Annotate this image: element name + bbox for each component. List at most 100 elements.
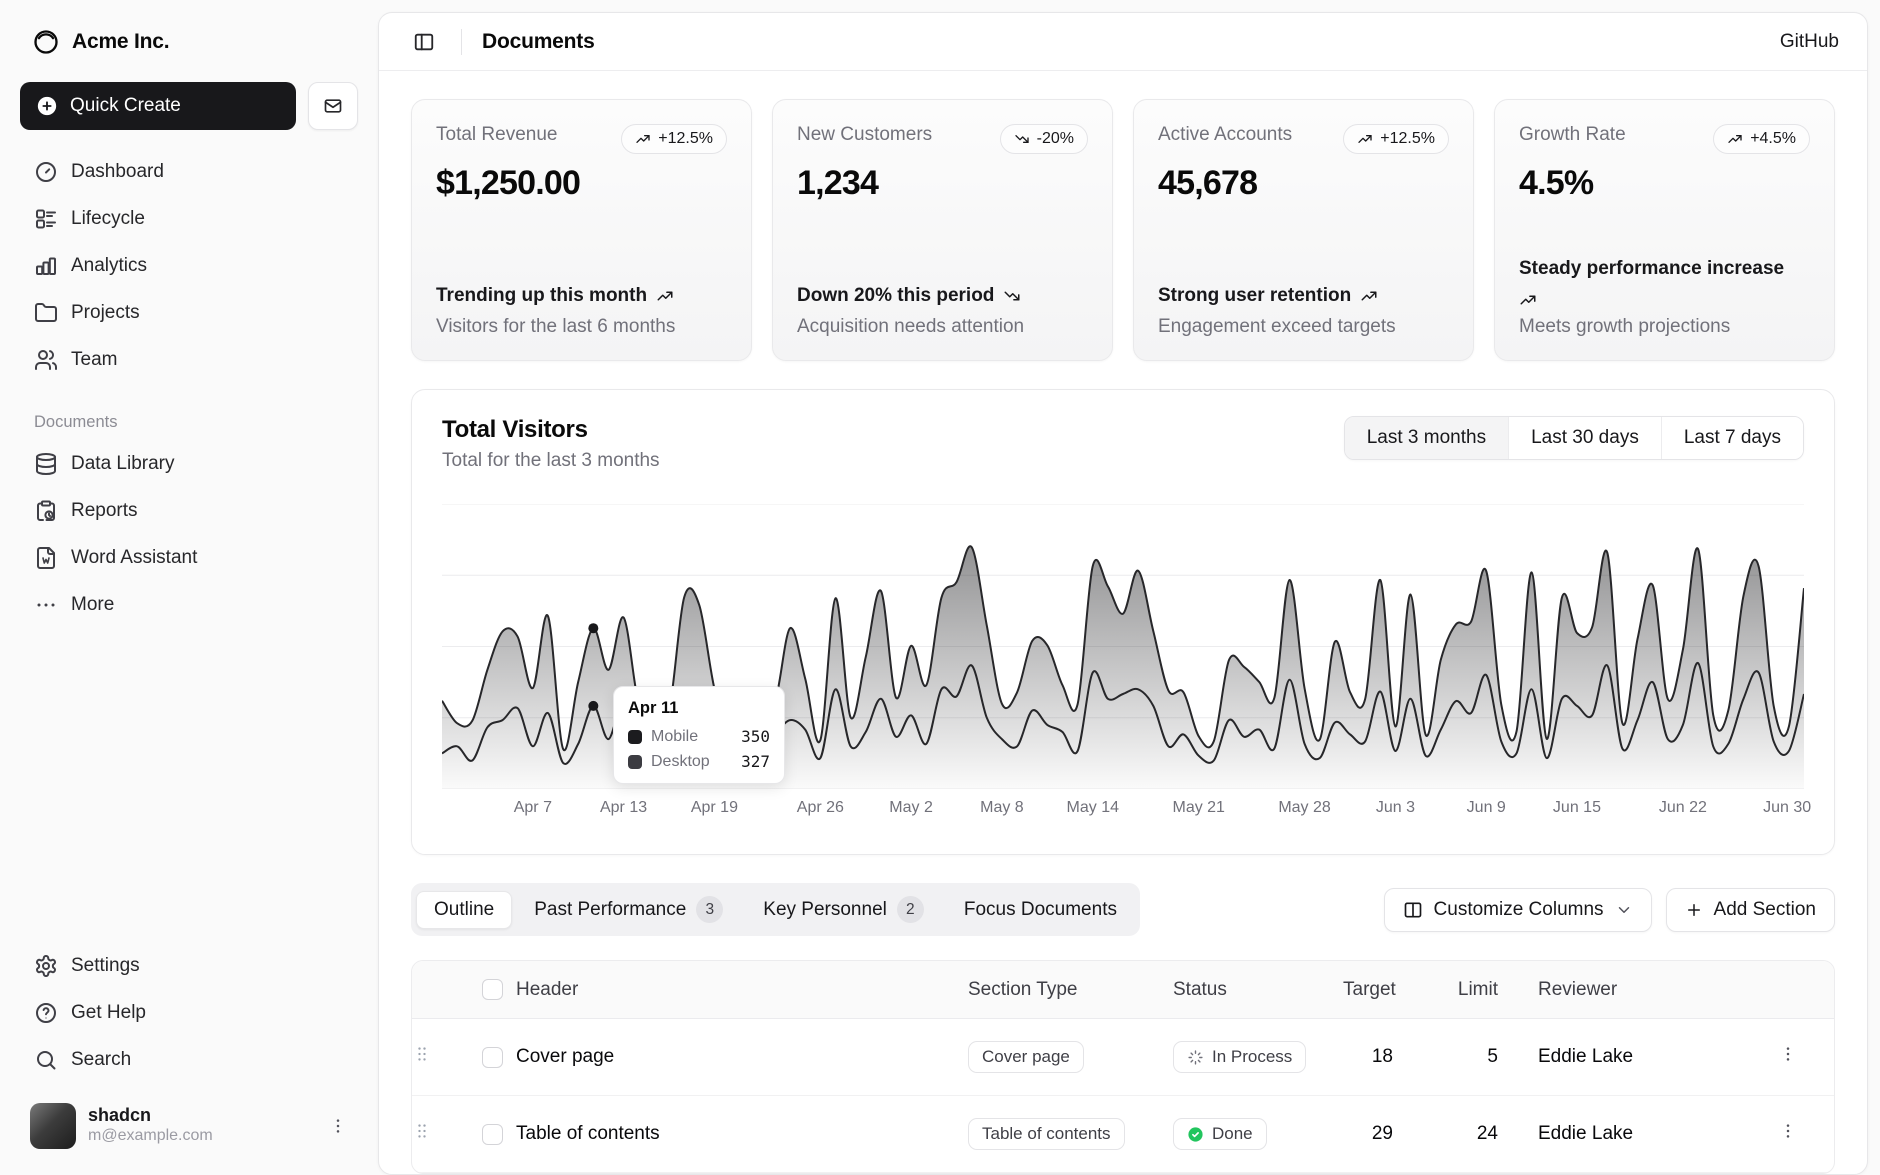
- stat-trend-badge: +12.5%: [621, 124, 727, 154]
- users-icon: [34, 348, 58, 372]
- x-axis-tick: Jun 15: [1553, 799, 1601, 817]
- sidebar-toggle-button[interactable]: [407, 25, 441, 59]
- x-axis-tick: Jun 22: [1659, 799, 1707, 817]
- drag-handle-icon[interactable]: [412, 1044, 432, 1064]
- reviewer-cell[interactable]: Eddie Lake: [1538, 1123, 1778, 1145]
- range-last-3-months[interactable]: Last 3 months: [1345, 417, 1508, 459]
- tab-outline[interactable]: Outline: [416, 891, 512, 929]
- brand-name: Acme Inc.: [72, 30, 169, 54]
- limit-cell[interactable]: 24: [1433, 1123, 1538, 1145]
- sidebar-item-word-assistant[interactable]: Word Assistant: [20, 534, 358, 581]
- sidebar-item-lifecycle[interactable]: Lifecycle: [20, 195, 358, 242]
- inbox-button[interactable]: [308, 82, 358, 130]
- drag-handle-icon[interactable]: [412, 1121, 432, 1141]
- sidebar-item-search[interactable]: Search: [20, 1036, 358, 1083]
- target-cell[interactable]: 18: [1343, 1046, 1433, 1068]
- add-section-button[interactable]: Add Section: [1666, 888, 1835, 932]
- reviewer-cell[interactable]: Eddie Lake: [1538, 1046, 1778, 1068]
- table-tabs: OutlinePast Performance3Key Personnel2Fo…: [411, 883, 1140, 936]
- table-row[interactable]: Cover page Cover page In Process 18 5 Ed…: [412, 1019, 1834, 1096]
- acme-logo-icon: [32, 28, 60, 56]
- select-all-checkbox[interactable]: [482, 979, 503, 1000]
- sidebar-item-label: Dashboard: [71, 161, 164, 183]
- series-swatch: [628, 730, 642, 744]
- header-separator: [461, 29, 462, 55]
- sidebar-item-team[interactable]: Team: [20, 336, 358, 383]
- stat-card-growth-rate: Growth Rate +4.5% 4.5% Steady performanc…: [1494, 99, 1835, 361]
- user-email: m@example.com: [88, 1126, 213, 1147]
- section-type-badge: Cover page: [968, 1041, 1084, 1073]
- main-panel: Documents GitHub Total Revenue +12.5% $1…: [378, 12, 1868, 1175]
- report-icon: [34, 499, 58, 523]
- sidebar-item-settings[interactable]: Settings: [20, 942, 358, 989]
- sidebar-group-label: Documents: [20, 413, 358, 440]
- stat-card-total-revenue: Total Revenue +12.5% $1,250.00 Trending …: [411, 99, 752, 361]
- tooltip-series-label: Desktop: [651, 753, 710, 771]
- x-axis-tick: May 14: [1067, 799, 1119, 817]
- sidebar-documents-nav: Data Library Reports Word Assistant More: [20, 440, 358, 628]
- workspace-switcher[interactable]: Acme Inc.: [20, 16, 358, 68]
- sidebar-item-get-help[interactable]: Get Help: [20, 989, 358, 1036]
- stat-card-footer-primary: Strong user retention: [1158, 283, 1449, 309]
- stat-card-footer-secondary: Meets growth projections: [1519, 316, 1810, 338]
- series-swatch: [628, 755, 642, 769]
- trend-up-icon: [1727, 131, 1743, 147]
- database-icon: [34, 452, 58, 476]
- target-cell[interactable]: 29: [1343, 1123, 1433, 1145]
- trend-up-icon: [656, 287, 674, 305]
- row-checkbox[interactable]: [482, 1124, 503, 1145]
- sidebar-item-projects[interactable]: Projects: [20, 289, 358, 336]
- trend-up-icon: [1357, 131, 1373, 147]
- sidebar: Acme Inc. Quick Create Dashboard Lifecyc…: [0, 0, 378, 1175]
- tooltip-row: Desktop 327: [628, 752, 770, 771]
- stat-card-new-customers: New Customers -20% 1,234 Down 20% this p…: [772, 99, 1113, 361]
- user-menu-kebab-icon: [328, 1116, 348, 1136]
- x-axis-tick: May 8: [980, 799, 1024, 817]
- sidebar-item-analytics[interactable]: Analytics: [20, 242, 358, 289]
- stat-card-active-accounts: Active Accounts +12.5% 45,678 Strong use…: [1133, 99, 1474, 361]
- row-checkbox[interactable]: [482, 1047, 503, 1068]
- sidebar-item-data-library[interactable]: Data Library: [20, 440, 358, 487]
- time-range-toggle-group: Last 3 monthsLast 30 daysLast 7 days: [1344, 416, 1804, 460]
- row-header-cell: Table of contents: [516, 1123, 968, 1145]
- active-dot-desktop: [588, 623, 598, 633]
- quick-create-button[interactable]: Quick Create: [20, 82, 296, 130]
- visitors-area-chart[interactable]: Apr 7Apr 13Apr 19Apr 26May 2May 8May 14M…: [442, 504, 1804, 834]
- sidebar-item-label: Analytics: [71, 255, 147, 277]
- tab-past-performance[interactable]: Past Performance3: [516, 888, 741, 931]
- table-header-row: Header Section Type Status Target Limit …: [412, 961, 1834, 1019]
- sidebar-item-label: Lifecycle: [71, 208, 145, 230]
- loader-icon: [1187, 1049, 1204, 1066]
- sidebar-item-more[interactable]: More: [20, 581, 358, 628]
- tab-focus-documents[interactable]: Focus Documents: [946, 891, 1135, 929]
- stat-card-footer-secondary: Engagement exceed targets: [1158, 316, 1449, 338]
- tooltip-series-value: 327: [741, 752, 770, 771]
- sidebar-item-reports[interactable]: Reports: [20, 487, 358, 534]
- limit-cell[interactable]: 5: [1433, 1046, 1538, 1068]
- x-axis-tick: Apr 19: [691, 799, 738, 817]
- x-axis-tick: Apr 26: [797, 799, 844, 817]
- table-tabs-row: OutlinePast Performance3Key Personnel2Fo…: [411, 883, 1835, 936]
- table-actions: Customize Columns Add Section: [1384, 888, 1835, 932]
- trend-down-icon: [1014, 131, 1030, 147]
- add-section-label: Add Section: [1714, 899, 1816, 921]
- sidebar-item-label: Data Library: [71, 453, 175, 475]
- tab-key-personnel[interactable]: Key Personnel2: [745, 888, 942, 931]
- folder-icon: [34, 301, 58, 325]
- x-axis-tick: Jun 3: [1376, 799, 1415, 817]
- stat-card-title: Total Revenue: [436, 124, 557, 146]
- sidebar-item-dashboard[interactable]: Dashboard: [20, 148, 358, 195]
- settings-icon: [34, 954, 58, 978]
- row-menu-icon[interactable]: [1778, 1121, 1798, 1141]
- trend-up-icon: [635, 131, 651, 147]
- column-header: Header: [516, 979, 968, 1001]
- user-name: shadcn: [88, 1105, 213, 1127]
- github-link[interactable]: GitHub: [1780, 31, 1839, 53]
- user-menu[interactable]: shadcn m@example.com: [20, 1095, 358, 1157]
- row-menu-icon[interactable]: [1778, 1044, 1798, 1064]
- table-row[interactable]: Table of contents Table of contents Done…: [412, 1096, 1834, 1173]
- customize-columns-button[interactable]: Customize Columns: [1384, 888, 1652, 932]
- range-last-30-days[interactable]: Last 30 days: [1508, 417, 1661, 459]
- range-last-7-days[interactable]: Last 7 days: [1661, 417, 1803, 459]
- table-section: OutlinePast Performance3Key Personnel2Fo…: [411, 883, 1835, 1174]
